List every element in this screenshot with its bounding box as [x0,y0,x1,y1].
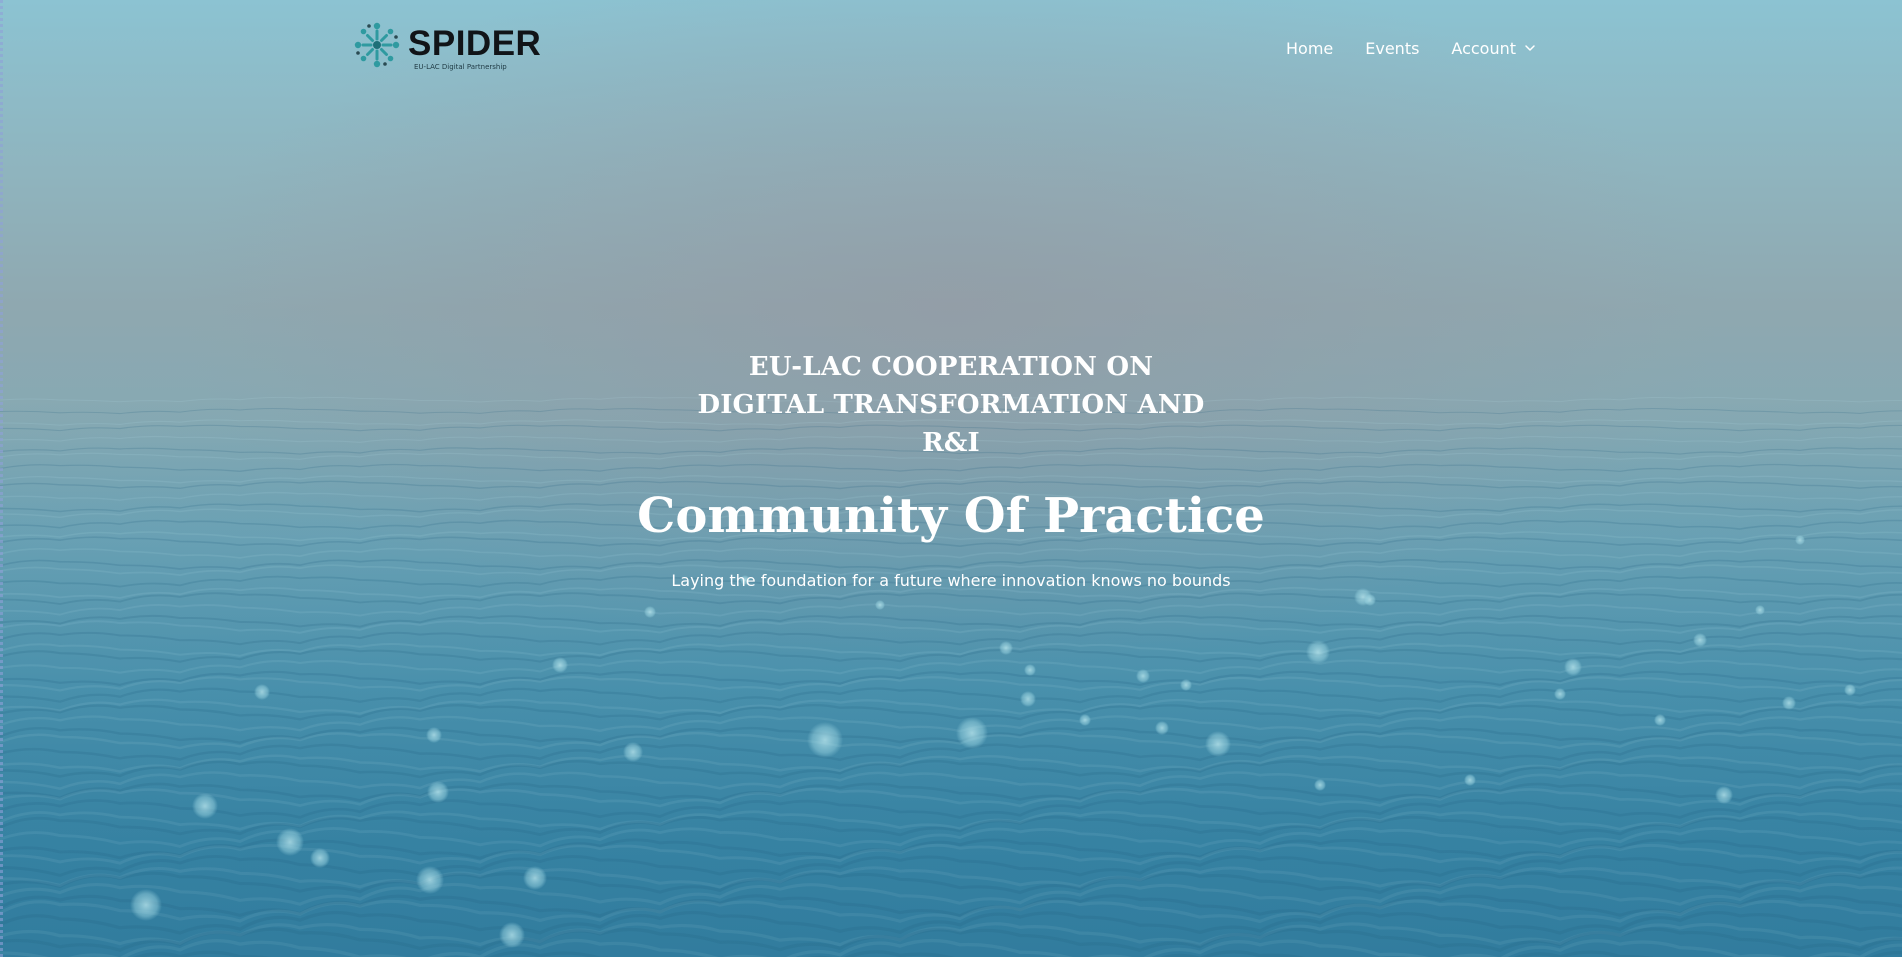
bokeh-dot [1654,714,1666,726]
bokeh-dot [310,848,330,868]
bokeh-dot [192,793,218,819]
bokeh-dot [1024,664,1036,676]
main-navigation: Home Events Account [1286,36,1536,60]
chevron-down-icon [1525,45,1535,51]
nav-link-events[interactable]: Events [1365,39,1419,58]
bokeh-dot [499,922,525,948]
bokeh-dot [1795,535,1805,545]
bokeh-dot [1205,731,1231,757]
bokeh-dot [426,727,442,743]
bokeh-dot [254,684,270,700]
brand-name: SPIDER [408,24,542,63]
site-header: SPIDER EU-LAC Digital Partnership Home E… [0,0,1902,96]
bokeh-dot [1693,633,1707,647]
bokeh-dot [427,781,449,803]
page-edge-indicator [0,0,3,957]
bokeh-dot [807,722,843,758]
nav-link-account[interactable]: Account [1451,39,1536,58]
hero-title: Community Of Practice [637,488,1265,544]
bokeh-dot [1364,594,1376,606]
bokeh-dot [1755,605,1765,615]
nav-link-label: Account [1451,38,1517,58]
hero-subtitle: Laying the foundation for a future where… [671,571,1231,590]
bokeh-dot [523,866,547,890]
bokeh-dot [1079,714,1091,726]
bokeh-dot [956,717,988,749]
bokeh-dot [276,828,304,856]
bokeh-dot [130,889,162,921]
bokeh-dot [1136,669,1150,683]
nav-link-label: Events [1365,38,1420,58]
bokeh-dot [1306,640,1330,664]
bokeh-dot [875,600,885,610]
bokeh-dot [999,641,1013,655]
bokeh-dot [1554,688,1566,700]
spider-network-logo-icon [354,22,400,68]
bokeh-dot [1715,786,1733,804]
brand-logo-link[interactable]: SPIDER EU-LAC Digital Partnership [352,20,541,76]
bokeh-dot [1020,691,1036,707]
bokeh-dot [623,742,643,762]
bokeh-dot [1180,679,1192,691]
bokeh-dot [1155,721,1169,735]
nav-link-label: Home [1286,38,1334,58]
hero-section: EU-LAC COOPERATION ON DIGITAL TRANSFORMA… [551,348,1351,592]
bokeh-dot [1464,774,1476,786]
bokeh-dot [644,606,656,618]
bokeh-dot [1564,658,1582,676]
bokeh-dot [552,657,568,673]
hero-kicker: EU-LAC COOPERATION ON DIGITAL TRANSFORMA… [697,352,1205,458]
brand-tagline: EU-LAC Digital Partnership [414,63,507,71]
bokeh-dot [1844,684,1856,696]
bokeh-dot [1314,779,1326,791]
nav-link-home[interactable]: Home [1286,39,1333,58]
bokeh-dot [416,866,444,894]
bokeh-dot [1782,696,1796,710]
